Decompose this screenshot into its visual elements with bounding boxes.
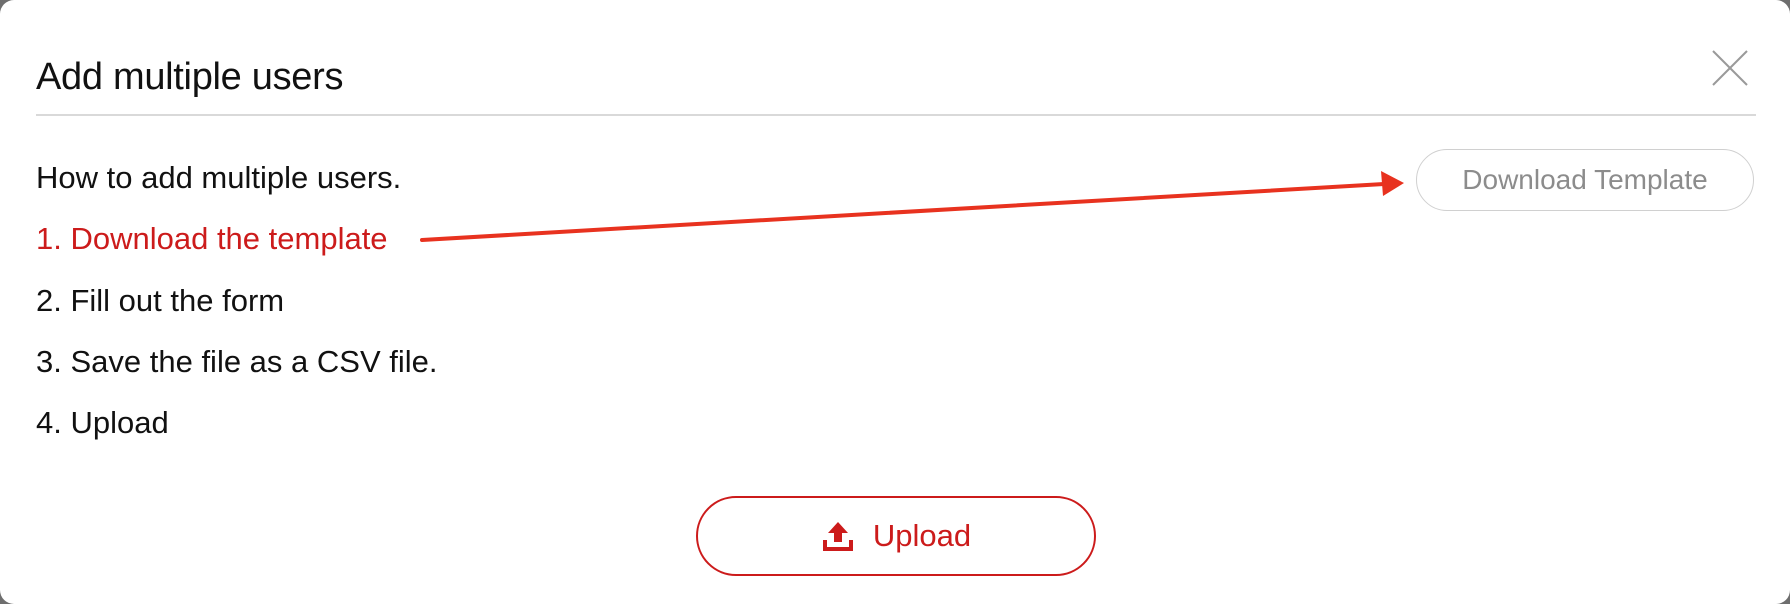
close-icon[interactable]	[1710, 48, 1750, 88]
add-multiple-users-dialog: Add multiple users How to add multiple u…	[0, 0, 1790, 604]
step-fill-form: 2. Fill out the form	[36, 283, 285, 318]
upload-button-label: Upload	[872, 518, 972, 553]
title-divider	[36, 114, 1756, 116]
download-template-button[interactable]: Download Template	[1416, 149, 1754, 211]
step-upload: 4. Upload	[36, 405, 169, 440]
upload-button[interactable]: Upload	[696, 496, 1096, 576]
step-download-template: 1. Download the template	[36, 221, 388, 256]
upload-icon	[821, 520, 855, 552]
dialog-title: Add multiple users	[36, 56, 344, 98]
step-save-csv: 3. Save the file as a CSV file.	[36, 344, 438, 379]
instructions-intro: How to add multiple users.	[36, 160, 402, 195]
